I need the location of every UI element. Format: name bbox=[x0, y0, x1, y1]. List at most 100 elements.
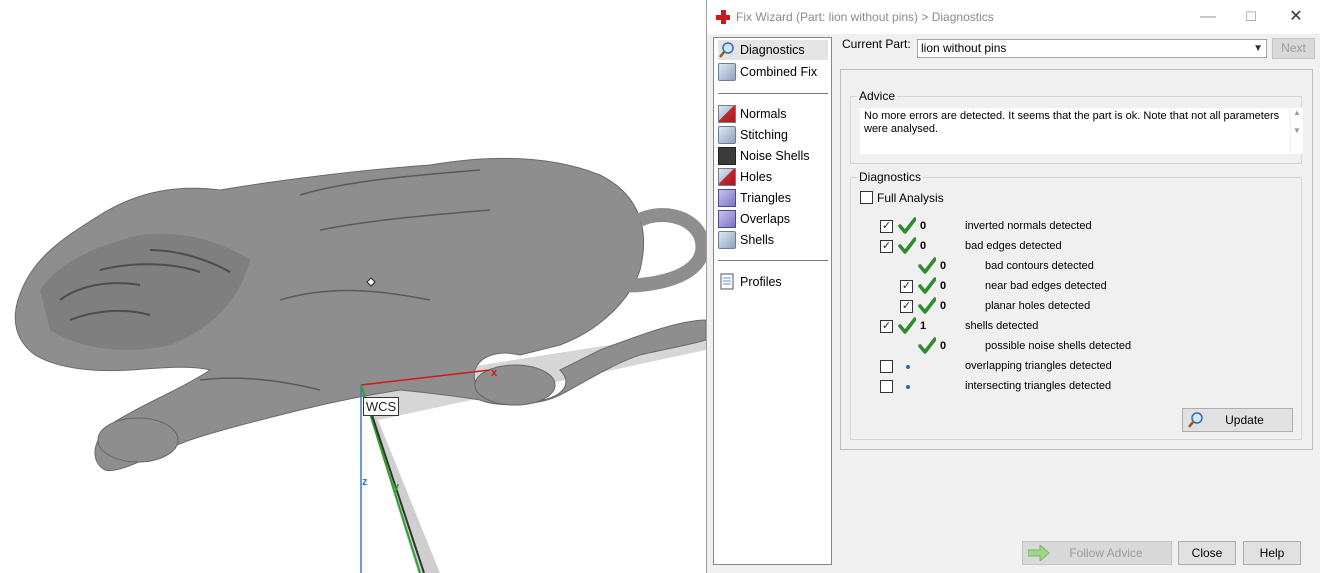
full-analysis-label: Full Analysis bbox=[877, 191, 944, 205]
diagnostic-count: 0 bbox=[920, 240, 927, 252]
diagnostic-label: bad edges detected bbox=[965, 240, 1062, 252]
diagnostic-label: planar holes detected bbox=[985, 300, 1091, 312]
nav-item-label: Normals bbox=[740, 107, 787, 121]
green-check-icon bbox=[918, 297, 936, 314]
diagnostic-label: intersecting triangles detected bbox=[965, 380, 1112, 392]
nav-item-label: Stitching bbox=[740, 128, 788, 142]
help-button[interactable]: Help bbox=[1243, 541, 1301, 565]
profiles-icon bbox=[718, 273, 736, 291]
magnifier-icon bbox=[718, 41, 736, 59]
nav-item-noise-shells[interactable]: Noise Shells bbox=[718, 146, 828, 166]
lion-model-render bbox=[14, 157, 706, 573]
nav-item-label: Combined Fix bbox=[740, 65, 818, 79]
nav-item-label: Holes bbox=[740, 170, 772, 184]
nav-item-overlaps[interactable]: Overlaps bbox=[718, 209, 828, 229]
title-bar[interactable]: Fix Wizard (Part: lion without pins) > D… bbox=[707, 0, 1320, 34]
diagnostics-title: Diagnostics bbox=[857, 170, 924, 184]
nav-item-diagnostics[interactable]: Diagnostics bbox=[718, 40, 828, 60]
current-part-select[interactable]: lion without pins ▼ bbox=[917, 39, 1267, 58]
wcs-label: WCS bbox=[363, 397, 399, 416]
stitching-icon bbox=[718, 126, 736, 144]
nav-item-label: Noise Shells bbox=[740, 149, 810, 163]
diagnostic-checkbox[interactable] bbox=[880, 360, 893, 373]
advice-scrollbar[interactable]: ▲ ▼ bbox=[1291, 108, 1303, 154]
diagnostic-checkbox[interactable]: ✓ bbox=[880, 220, 893, 233]
status-dot-icon bbox=[906, 365, 910, 369]
wizard-nav-panel: Diagnostics Combined Fix Normals Stitchi… bbox=[713, 37, 832, 565]
update-button-label: Update bbox=[1225, 413, 1264, 427]
dialog-title: Fix Wizard (Part: lion without pins) > D… bbox=[736, 10, 994, 24]
diagnostic-checkbox[interactable]: ✓ bbox=[880, 240, 893, 253]
nav-item-shells[interactable]: Shells bbox=[718, 230, 828, 250]
green-check-icon bbox=[898, 317, 916, 334]
follow-advice-label: Follow Advice bbox=[1069, 546, 1143, 560]
diagnostic-checkbox[interactable]: ✓ bbox=[900, 300, 913, 313]
diagnostic-label: possible noise shells detected bbox=[985, 340, 1132, 352]
nav-item-triangles[interactable]: Triangles bbox=[718, 188, 828, 208]
nav-item-label: Profiles bbox=[740, 275, 782, 289]
diagnostic-label: near bad edges detected bbox=[985, 280, 1107, 292]
diagnostic-label: bad contours detected bbox=[985, 260, 1094, 272]
green-check-icon bbox=[918, 277, 936, 294]
diagnostic-count: 0 bbox=[940, 260, 947, 272]
diagnostic-count: 0 bbox=[920, 220, 927, 232]
holes-icon bbox=[718, 168, 736, 186]
shells-icon bbox=[718, 231, 736, 249]
3d-viewport[interactable]: WCS x y z bbox=[0, 0, 706, 573]
advice-text: No more errors are detected. It seems th… bbox=[860, 108, 1290, 154]
minimize-button[interactable]: — bbox=[1193, 6, 1223, 28]
diagnostic-count: 1 bbox=[920, 320, 927, 332]
diagnostic-label: overlapping triangles detected bbox=[965, 360, 1112, 372]
overlaps-icon bbox=[718, 210, 736, 228]
magnifier-icon bbox=[1187, 411, 1205, 436]
nav-item-normals[interactable]: Normals bbox=[718, 104, 828, 124]
nav-item-holes[interactable]: Holes bbox=[718, 167, 828, 187]
nav-item-label: Shells bbox=[740, 233, 775, 247]
nav-divider bbox=[718, 260, 828, 261]
nav-item-stitching[interactable]: Stitching bbox=[718, 125, 828, 145]
next-button[interactable]: Next bbox=[1272, 38, 1315, 59]
diagnostic-checkbox[interactable]: ✓ bbox=[900, 280, 913, 293]
cube-icon bbox=[718, 63, 736, 81]
maximize-button[interactable]: ☐ bbox=[1236, 6, 1266, 28]
advice-group: Advice No more errors are detected. It s… bbox=[850, 89, 1303, 164]
full-analysis-checkbox[interactable] bbox=[860, 191, 873, 204]
fix-wizard-dialog: Fix Wizard (Part: lion without pins) > D… bbox=[706, 0, 1320, 573]
z-axis-label: z bbox=[362, 476, 368, 488]
close-window-button[interactable]: ✕ bbox=[1281, 6, 1311, 28]
chevron-down-icon: ▼ bbox=[1253, 43, 1263, 54]
nav-item-profiles[interactable]: Profiles bbox=[718, 272, 828, 292]
nav-item-combined-fix[interactable]: Combined Fix bbox=[718, 62, 828, 82]
diagnostics-panel: Advice No more errors are detected. It s… bbox=[840, 69, 1313, 450]
nav-item-label: Triangles bbox=[740, 191, 791, 205]
diagnostic-checkbox[interactable] bbox=[880, 380, 893, 393]
advice-title: Advice bbox=[857, 89, 898, 103]
update-button[interactable]: Update bbox=[1182, 408, 1293, 432]
status-dot-icon bbox=[906, 385, 910, 389]
red-cross-icon bbox=[716, 10, 730, 24]
diagnostic-label: shells detected bbox=[965, 320, 1039, 332]
triangles-icon bbox=[718, 189, 736, 207]
nav-divider bbox=[718, 93, 828, 94]
arrow-right-icon bbox=[1027, 543, 1050, 568]
diagnostic-label: inverted normals detected bbox=[965, 220, 1092, 232]
diagnostic-count: 0 bbox=[940, 280, 947, 292]
green-check-icon bbox=[918, 257, 936, 274]
normals-icon bbox=[718, 105, 736, 123]
x-axis-label: x bbox=[491, 367, 498, 379]
diagnostic-checkbox[interactable]: ✓ bbox=[880, 320, 893, 333]
nav-item-label: Overlaps bbox=[740, 212, 791, 226]
close-button[interactable]: Close bbox=[1178, 541, 1236, 565]
follow-advice-button[interactable]: Follow Advice bbox=[1022, 541, 1172, 565]
green-check-icon bbox=[898, 217, 916, 234]
diagnostic-count: 0 bbox=[940, 300, 947, 312]
current-part-label: Current Part: bbox=[842, 37, 911, 51]
green-check-icon bbox=[898, 237, 916, 254]
diagnostic-count: 0 bbox=[940, 340, 947, 352]
y-axis-label: y bbox=[393, 481, 400, 493]
noise-shells-icon bbox=[718, 147, 736, 165]
green-check-icon bbox=[918, 337, 936, 354]
diagnostics-group: Diagnostics Full Analysis ✓ 0 inverted nor… bbox=[850, 170, 1302, 440]
nav-item-label: Diagnostics bbox=[740, 43, 805, 57]
current-part-value: lion without pins bbox=[921, 41, 1007, 55]
